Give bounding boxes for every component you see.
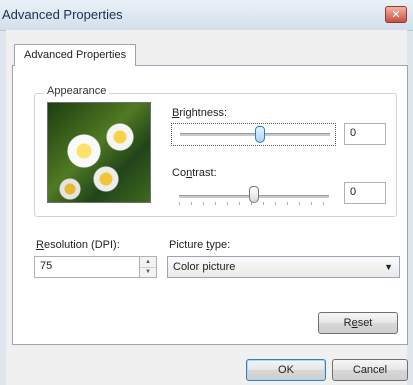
brightness-value-field[interactable]: 0: [344, 123, 386, 145]
resolution-input[interactable]: 75: [34, 256, 140, 278]
picture-type-label: Picture type:: [169, 239, 231, 251]
brightness-label: Brightness:: [172, 107, 228, 119]
brightness-slider[interactable]: [171, 123, 336, 146]
title-bar: Advanced Properties ✕: [0, 0, 413, 31]
reset-button[interactable]: Reset: [318, 312, 398, 334]
appearance-group-label: Appearance: [44, 85, 110, 97]
window-title: Advanced Properties: [2, 7, 123, 22]
resolution-spinner[interactable]: ▲ ▼: [139, 256, 157, 278]
close-button[interactable]: ✕: [385, 6, 407, 23]
spin-down-icon[interactable]: ▼: [140, 267, 156, 277]
chevron-down-icon: ▼: [384, 262, 393, 272]
picture-type-dropdown[interactable]: Color picture ▼: [167, 256, 400, 278]
close-icon: ✕: [391, 9, 401, 21]
tab-advanced-properties[interactable]: Advanced Properties: [14, 44, 137, 66]
contrast-label: Contrast:: [172, 167, 217, 179]
cancel-button[interactable]: Cancel: [332, 359, 408, 381]
contrast-value-field[interactable]: 0: [344, 182, 386, 204]
resolution-label: Resolution (DPI):: [36, 239, 120, 251]
brightness-thumb[interactable]: [255, 126, 265, 143]
picture-type-selected-value: Color picture: [173, 261, 236, 273]
ok-button[interactable]: OK: [246, 359, 326, 381]
contrast-thumb[interactable]: [249, 186, 259, 203]
preview-image: [47, 102, 151, 203]
